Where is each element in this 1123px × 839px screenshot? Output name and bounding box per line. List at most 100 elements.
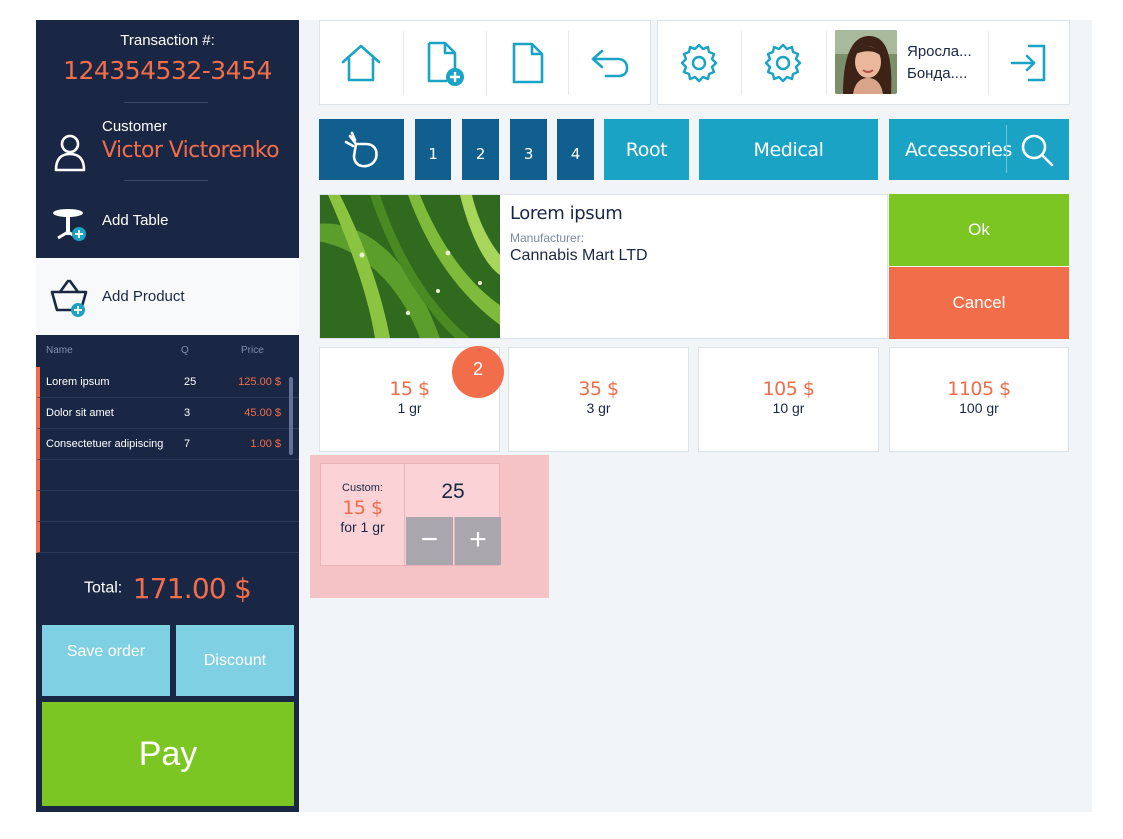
increase-quantity-button[interactable]: + (454, 517, 501, 565)
custom-unit: for 1 gr (340, 519, 385, 535)
column-name: Name (46, 345, 73, 356)
item-price: 125.00 $ (238, 376, 281, 388)
basket-add-icon (50, 279, 88, 317)
logout-icon (1010, 44, 1046, 82)
home-button[interactable] (320, 29, 402, 97)
price-option-weight: 10 gr (772, 400, 805, 416)
category-level-1[interactable]: 1 (415, 119, 451, 180)
save-order-button[interactable]: Save order (42, 625, 170, 696)
separator (826, 31, 827, 95)
user-last-name: Бонда.... (907, 65, 968, 82)
settings-button[interactable] (742, 29, 824, 97)
order-row[interactable]: Consectetuer adipiscing 7 1.00 $ (36, 429, 299, 460)
user-name: Яросла... Бонда.... (907, 41, 972, 85)
order-row[interactable]: Lorem ipsum 25 125.00 $ (36, 367, 299, 398)
add-product-button[interactable]: Add Product (36, 258, 299, 335)
category-root[interactable]: Root (604, 119, 689, 180)
add-product-label: Add Product (102, 288, 185, 305)
item-price: 1.00 $ (250, 438, 281, 450)
order-row[interactable]: Dolor sit amet 3 45.00 $ (36, 398, 299, 429)
category-accessories[interactable]: Accessories (889, 119, 1069, 180)
price-option[interactable]: 1105 $ 100 gr (889, 347, 1069, 452)
item-quantity: 25 (184, 376, 197, 388)
product-card: Lorem ipsum Manufacturer: Cannabis Mart … (319, 194, 888, 339)
add-table-icon (53, 209, 86, 241)
price-option[interactable]: 35 $ 3 gr (508, 347, 689, 452)
item-name: Dolor sit amet (46, 407, 114, 419)
total-label: Total: (84, 579, 123, 597)
customer-label: Customer (102, 118, 168, 135)
item-name: Lorem ipsum (46, 376, 110, 388)
settings-button[interactable] (658, 29, 740, 97)
cancel-button[interactable]: Cancel (889, 267, 1069, 339)
gear-icon (680, 43, 718, 83)
separator (1006, 125, 1007, 173)
discount-button[interactable]: Discount (176, 625, 294, 696)
undo-button[interactable] (569, 29, 651, 97)
custom-label: Custom: (342, 482, 383, 494)
manufacturer-label: Manufacturer: (510, 231, 585, 245)
undo-icon (591, 49, 629, 78)
hand-pointer-icon (344, 131, 378, 167)
user-icon (54, 134, 86, 172)
document-icon (512, 42, 544, 84)
plus-icon: + (469, 523, 487, 556)
minus-icon: − (420, 523, 439, 556)
new-order-button[interactable] (404, 29, 486, 97)
price-option-weight: 3 gr (586, 400, 611, 416)
user-first-name: Яросла... (907, 43, 972, 60)
price-option-price: 35 $ (578, 378, 619, 400)
order-list-scrollbar[interactable] (289, 377, 293, 455)
custom-price: 15 $ (342, 497, 383, 519)
quantity-value[interactable]: 25 (406, 464, 500, 517)
pay-button[interactable]: Pay (42, 702, 294, 806)
user-photo (835, 30, 897, 94)
product-title: Lorem ipsum (510, 203, 623, 224)
leaf-image (320, 195, 500, 338)
pos-app: Transaction #: 124354532-3454 Customer V… (36, 20, 1092, 812)
price-option-weight: 1 gr (397, 400, 422, 416)
order-list: Name Q Price Lorem ipsum 25 125.00 $ Dol… (36, 335, 299, 560)
category-medical[interactable]: Medical (699, 119, 878, 180)
logout-button[interactable] (989, 29, 1071, 97)
transaction-number: 124354532-3454 (63, 56, 272, 85)
custom-quantity-box: Custom: 15 $ for 1 gr 25 − + (320, 463, 501, 566)
category-level-4[interactable]: 4 (557, 119, 594, 180)
selected-count-badge: 2 (452, 346, 504, 398)
toolbar-actions (319, 20, 651, 105)
empty-order-row (36, 460, 299, 491)
total-value: 171.00 $ (132, 572, 252, 605)
order-list-header: Name Q Price (36, 345, 299, 363)
item-price: 45.00 $ (244, 407, 281, 419)
custom-price-info: Custom: 15 $ for 1 gr (321, 464, 405, 565)
select-tool-button[interactable] (319, 119, 404, 180)
price-option[interactable]: 105 $ 10 gr (698, 347, 879, 452)
category-accessories-label: Accessories (905, 138, 1012, 161)
category-level-3[interactable]: 3 (510, 119, 547, 180)
manufacturer-name: Cannabis Mart LTD (510, 247, 648, 264)
price-option-weight: 100 gr (959, 400, 999, 416)
empty-order-row (36, 491, 299, 522)
ok-button[interactable]: Ok (889, 194, 1069, 266)
empty-order-row (36, 522, 299, 553)
document-button[interactable] (487, 29, 569, 97)
divider (124, 180, 208, 181)
new-document-icon (427, 41, 464, 86)
order-sidebar: Transaction #: 124354532-3454 Customer V… (36, 20, 299, 812)
gear-icon (764, 43, 802, 83)
price-option-price: 105 $ (762, 378, 815, 400)
column-quantity: Q (181, 345, 189, 356)
product-image (320, 195, 500, 338)
price-option-price: 1105 $ (947, 378, 1011, 400)
home-icon (341, 44, 381, 82)
transaction-label: Transaction #: (120, 32, 215, 49)
order-total: Total: 171.00 $ (36, 572, 299, 605)
search-icon[interactable] (1019, 132, 1055, 168)
item-name: Consectetuer adipiscing (46, 438, 164, 450)
avatar[interactable] (835, 30, 897, 94)
decrease-quantity-button[interactable]: − (406, 517, 453, 565)
category-level-2[interactable]: 2 (462, 119, 499, 180)
add-table-button[interactable]: Add Table (36, 198, 299, 258)
customer-name[interactable]: Victor Victorenko (102, 138, 280, 163)
custom-quantity-panel: Custom: 15 $ for 1 gr 25 − + (310, 455, 549, 598)
